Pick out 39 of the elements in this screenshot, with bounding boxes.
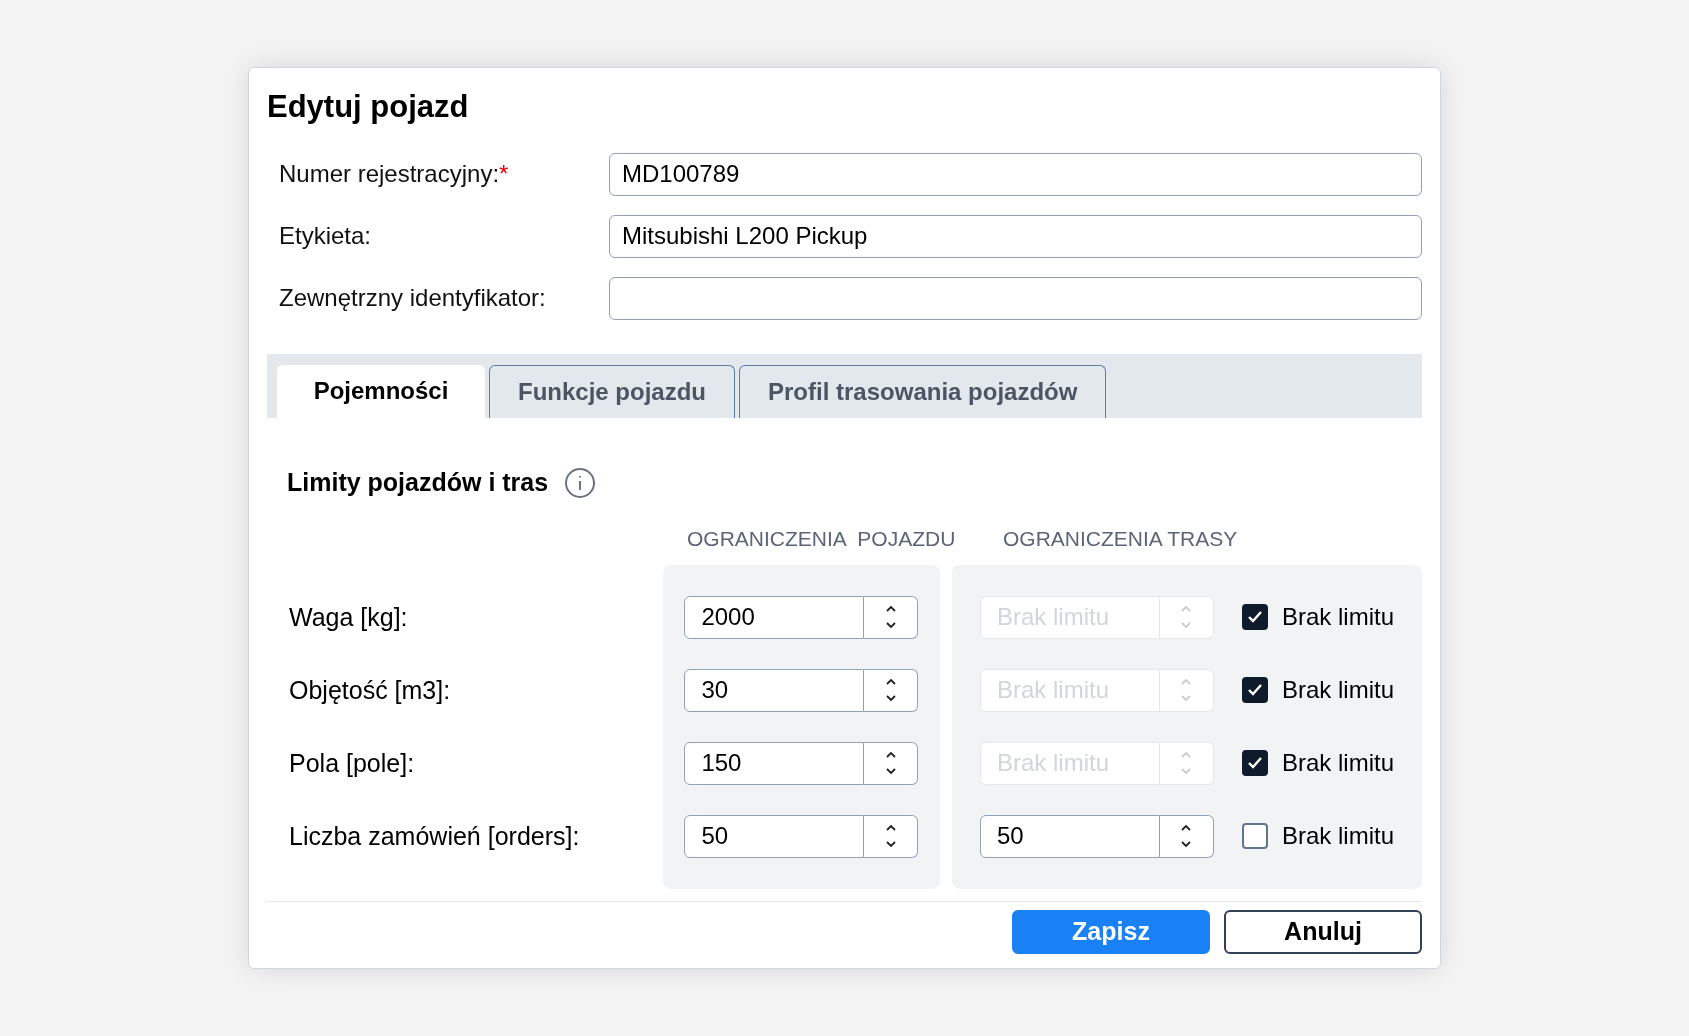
text-field[interactable] xyxy=(609,276,1422,320)
tab[interactable]: Pojemności xyxy=(277,364,485,418)
checkbox-label: Brak limitu xyxy=(1281,602,1394,633)
tab[interactable]: Profil trasowania pojazdów xyxy=(739,364,1107,418)
dialog-title: Edytuj pojazd xyxy=(267,88,470,127)
number-field[interactable]: 50 xyxy=(684,814,865,858)
save-button[interactable]: Zapisz xyxy=(1012,909,1210,954)
field-label: Etykieta: xyxy=(279,221,372,252)
required-asterisk: * xyxy=(499,159,509,190)
text-field[interactable]: MD100789 xyxy=(609,152,1422,196)
column-header: OGRANICZENIA POJAZDU xyxy=(687,526,957,553)
checkbox-label: Brak limitu xyxy=(1281,748,1394,779)
section-title: Limity pojazdów i tras xyxy=(287,466,549,498)
column-header: OGRANICZENIA TRASY xyxy=(1003,526,1238,553)
stepper-button[interactable] xyxy=(864,595,919,639)
cancel-button[interactable]: Anuluj xyxy=(1224,909,1422,954)
limit-label: Pola [pole]: xyxy=(289,747,415,779)
stepper-button[interactable] xyxy=(864,741,919,785)
number-field[interactable]: 30 xyxy=(684,668,865,712)
field-label: Numer rejestracyjny: xyxy=(279,159,500,190)
limit-label: Waga [kg]: xyxy=(289,601,408,633)
number-field[interactable]: 2000 xyxy=(684,595,865,639)
tab[interactable]: Funkcje pojazdu xyxy=(489,364,735,418)
checkbox[interactable] xyxy=(1241,750,1268,777)
number-field[interactable]: 150 xyxy=(684,741,865,785)
number-field[interactable]: 50 xyxy=(979,814,1160,858)
text-field[interactable]: Mitsubishi L200 Pickup xyxy=(609,214,1422,258)
checkbox-label: Brak limitu xyxy=(1281,675,1394,706)
checkbox[interactable] xyxy=(1241,677,1268,704)
stepper-button[interactable] xyxy=(1159,814,1214,858)
checkbox-label: Brak limitu xyxy=(1281,821,1394,852)
checkbox[interactable] xyxy=(1241,604,1268,631)
limit-label: Objętość [m3]: xyxy=(289,674,451,706)
info-icon[interactable] xyxy=(564,466,597,499)
stepper-button[interactable] xyxy=(864,814,919,858)
checkbox[interactable] xyxy=(1241,823,1268,850)
limit-label: Liczba zamówień [orders]: xyxy=(289,820,580,852)
field-label: Zewnętrzny identyfikator: xyxy=(279,283,546,314)
stepper-button[interactable] xyxy=(864,668,919,712)
